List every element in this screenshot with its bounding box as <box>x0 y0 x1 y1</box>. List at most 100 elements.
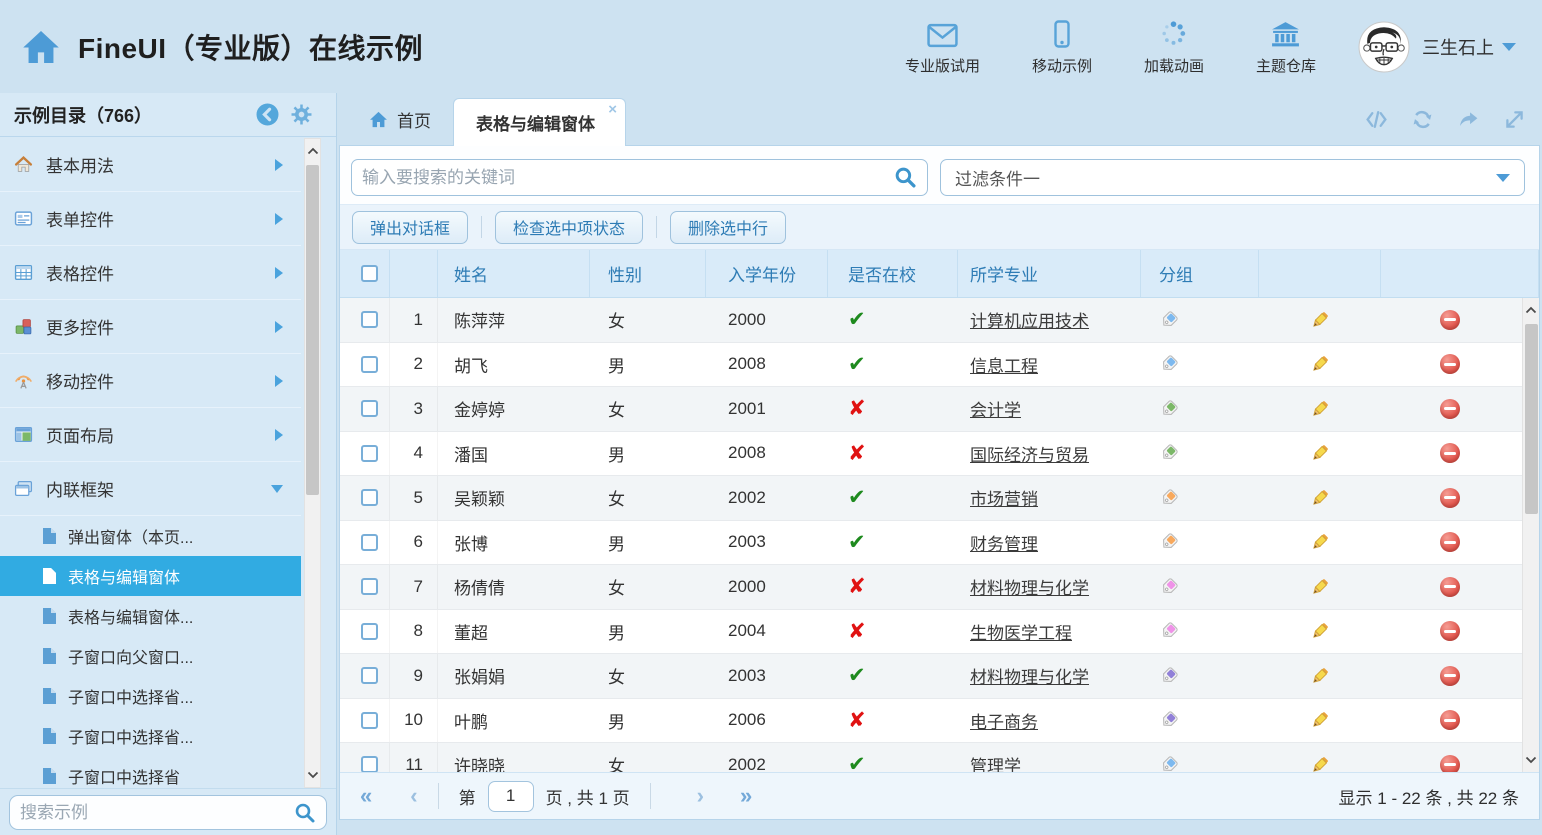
share-icon[interactable] <box>1457 108 1480 131</box>
sidebar-subitem[interactable]: 子窗口向父窗口... <box>0 636 301 676</box>
tag-icon[interactable] <box>1159 710 1179 730</box>
sidebar-group-more[interactable]: 更多控件 <box>0 300 301 354</box>
keyword-search-input[interactable] <box>362 168 894 188</box>
delete-icon[interactable] <box>1440 443 1460 463</box>
delete-icon[interactable] <box>1440 577 1460 597</box>
col-header-enrolled[interactable]: 是否在校 <box>828 250 958 297</box>
sidebar-group-grid[interactable]: 表格控件 <box>0 246 301 300</box>
row-checkbox[interactable] <box>361 578 378 595</box>
edit-icon[interactable] <box>1310 532 1330 552</box>
delete-icon[interactable] <box>1440 310 1460 330</box>
fullscreen-icon[interactable] <box>1503 108 1526 131</box>
delete-icon[interactable] <box>1440 532 1460 552</box>
nav-item-theme-store[interactable]: 主题仓库 <box>1256 18 1316 76</box>
row-checkbox[interactable] <box>361 712 378 729</box>
tag-icon[interactable] <box>1159 621 1179 641</box>
sidebar-subitem[interactable]: 表格与编辑窗体... <box>0 596 301 636</box>
major-link[interactable]: 信息工程 <box>970 352 1038 377</box>
edit-icon[interactable] <box>1310 755 1330 772</box>
scrollbar-thumb[interactable] <box>306 165 319 495</box>
delete-icon[interactable] <box>1440 399 1460 419</box>
tag-icon[interactable] <box>1159 577 1179 597</box>
delete-icon[interactable] <box>1440 621 1460 641</box>
col-header-year[interactable]: 入学年份 <box>706 250 828 297</box>
col-header-major[interactable]: 所学专业 <box>958 250 1141 297</box>
tab-grid-edit-window[interactable]: 表格与编辑窗体 × <box>453 98 626 146</box>
row-checkbox[interactable] <box>361 756 378 772</box>
scroll-up-icon[interactable] <box>307 147 319 155</box>
app-logo-home-icon[interactable] <box>20 27 62 67</box>
major-link[interactable]: 计算机应用技术 <box>970 307 1089 332</box>
delete-icon[interactable] <box>1440 488 1460 508</box>
sidebar-subitem[interactable]: 弹出窗体（本页... <box>0 516 301 556</box>
row-checkbox[interactable] <box>361 400 378 417</box>
row-checkbox[interactable] <box>361 667 378 684</box>
edit-icon[interactable] <box>1310 577 1330 597</box>
edit-icon[interactable] <box>1310 310 1330 330</box>
sidebar-subitem[interactable]: 子窗口中选择省... <box>0 676 301 716</box>
row-checkbox[interactable] <box>361 534 378 551</box>
edit-icon[interactable] <box>1310 621 1330 641</box>
major-link[interactable]: 材料物理与化学 <box>970 663 1089 688</box>
edit-icon[interactable] <box>1310 354 1330 374</box>
search-icon[interactable] <box>294 802 316 824</box>
delete-icon[interactable] <box>1440 755 1460 772</box>
col-header-name[interactable]: 姓名 <box>438 250 590 297</box>
collapse-sidebar-button[interactable] <box>256 103 279 126</box>
edit-icon[interactable] <box>1310 443 1330 463</box>
sidebar-group-iframe[interactable]: 内联框架 <box>0 462 301 516</box>
table-scrollbar[interactable] <box>1522 298 1539 772</box>
major-link[interactable]: 会计学 <box>970 396 1021 421</box>
edit-icon[interactable] <box>1310 399 1330 419</box>
scroll-up-icon[interactable] <box>1525 306 1537 314</box>
major-link[interactable]: 材料物理与化学 <box>970 574 1089 599</box>
col-header-group[interactable]: 分组 <box>1141 250 1259 297</box>
prev-page-button[interactable]: ‹ <box>410 785 417 807</box>
sidebar-scrollbar[interactable] <box>304 138 321 788</box>
close-icon[interactable]: × <box>608 102 617 117</box>
last-page-button[interactable]: » <box>740 785 752 807</box>
edit-icon[interactable] <box>1310 488 1330 508</box>
filter-dropdown[interactable]: 过滤条件一 <box>940 159 1525 196</box>
nav-item-loading-anim[interactable]: 加载动画 <box>1144 18 1204 76</box>
refresh-icon[interactable] <box>1411 108 1434 131</box>
sidebar-search-input[interactable] <box>20 803 294 823</box>
nav-item-pro-trial[interactable]: 专业版试用 <box>905 18 980 76</box>
major-link[interactable]: 管理学 <box>970 752 1021 772</box>
open-dialog-button[interactable]: 弹出对话框 <box>352 211 468 244</box>
delete-icon[interactable] <box>1440 710 1460 730</box>
source-code-icon[interactable] <box>1365 108 1388 131</box>
edit-icon[interactable] <box>1310 710 1330 730</box>
user-menu[interactable]: 三生石上 <box>1358 21 1516 73</box>
tag-icon[interactable] <box>1159 532 1179 552</box>
scroll-down-icon[interactable] <box>1525 756 1537 764</box>
sidebar-subitem[interactable]: 表格与编辑窗体 <box>0 556 301 596</box>
major-link[interactable]: 国际经济与贸易 <box>970 441 1089 466</box>
sidebar-group-layout[interactable]: 页面布局 <box>0 408 301 462</box>
tab-home[interactable]: 首页 <box>347 93 453 145</box>
delete-icon[interactable] <box>1440 666 1460 686</box>
scroll-down-icon[interactable] <box>307 771 319 779</box>
row-checkbox[interactable] <box>361 356 378 373</box>
first-page-button[interactable]: « <box>360 785 372 807</box>
major-link[interactable]: 电子商务 <box>970 708 1038 733</box>
tag-icon[interactable] <box>1159 488 1179 508</box>
col-header-gender[interactable]: 性别 <box>590 250 706 297</box>
delete-icon[interactable] <box>1440 354 1460 374</box>
gear-icon[interactable] <box>291 104 312 125</box>
check-selection-button[interactable]: 检查选中项状态 <box>495 211 643 244</box>
row-checkbox[interactable] <box>361 445 378 462</box>
sidebar-group-basic[interactable]: 基本用法 <box>0 138 301 192</box>
select-all-checkbox[interactable] <box>361 265 378 282</box>
scrollbar-thumb[interactable] <box>1525 324 1538 514</box>
delete-selected-button[interactable]: 删除选中行 <box>670 211 786 244</box>
row-checkbox[interactable] <box>361 311 378 328</box>
sidebar-subitem[interactable]: 子窗口中选择省 <box>0 756 301 788</box>
sidebar-group-mobile[interactable]: 移动控件 <box>0 354 301 408</box>
next-page-button[interactable]: › <box>697 785 704 807</box>
edit-icon[interactable] <box>1310 666 1330 686</box>
tag-icon[interactable] <box>1159 310 1179 330</box>
nav-item-mobile-demo[interactable]: 移动示例 <box>1032 18 1092 76</box>
row-checkbox[interactable] <box>361 623 378 640</box>
page-number-input[interactable] <box>488 781 534 812</box>
